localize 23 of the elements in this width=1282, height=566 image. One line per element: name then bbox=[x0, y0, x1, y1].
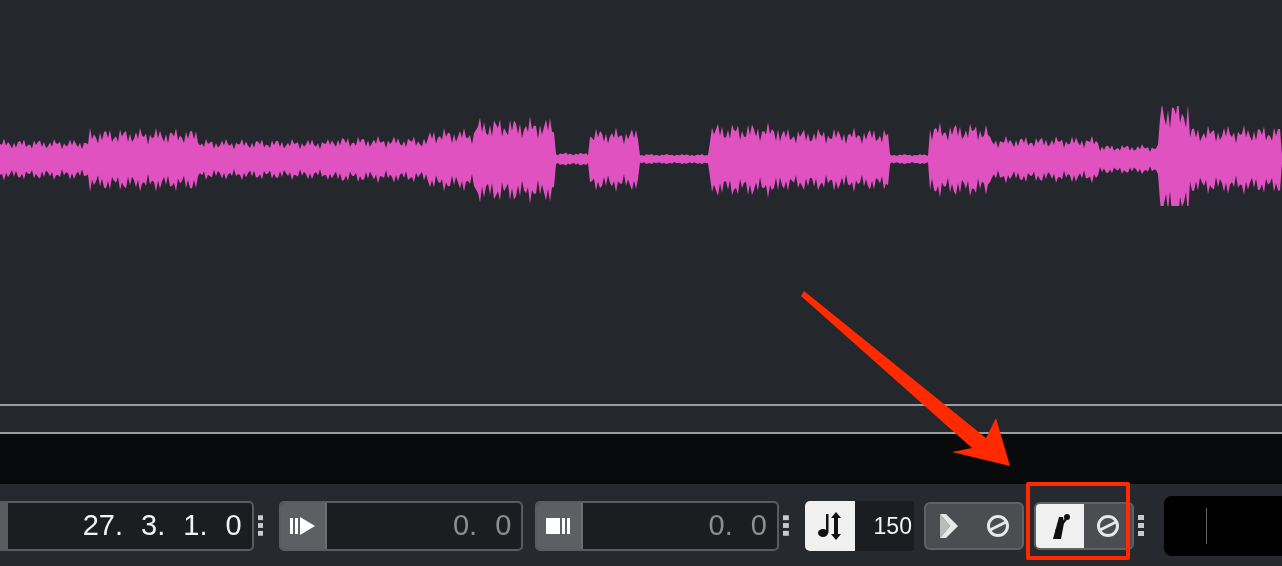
handle-icon[interactable] bbox=[1137, 515, 1144, 537]
precount-icon bbox=[985, 514, 1010, 538]
bracket-arrow-icon bbox=[939, 514, 960, 538]
handle-icon[interactable] bbox=[257, 515, 264, 537]
metronome-toggle[interactable] bbox=[1035, 504, 1084, 548]
handle-icon[interactable] bbox=[782, 515, 789, 537]
tempo-button[interactable] bbox=[804, 501, 855, 551]
time-value: 0. bbox=[708, 508, 733, 544]
stop-at-icon bbox=[546, 517, 572, 535]
right-locator-display[interactable]: 0. 0 bbox=[535, 501, 779, 551]
left-locator-display[interactable]: 0. 0 bbox=[279, 501, 524, 551]
time-value: 0. bbox=[452, 508, 478, 544]
time-value: 0 bbox=[750, 508, 767, 544]
time-value: 0 bbox=[495, 508, 512, 544]
time-value: 1. bbox=[183, 508, 208, 544]
play-from-icon bbox=[290, 517, 317, 535]
precount-icon bbox=[1095, 514, 1120, 538]
time-value: 3. bbox=[141, 508, 166, 544]
tempo-value: 150 bbox=[854, 501, 914, 551]
position-display[interactable]: 27. 3. 1. 0 bbox=[0, 501, 254, 551]
time-value: 27. bbox=[82, 508, 124, 544]
tempo-note-icon bbox=[816, 512, 843, 540]
time-value: 0 bbox=[225, 508, 242, 544]
